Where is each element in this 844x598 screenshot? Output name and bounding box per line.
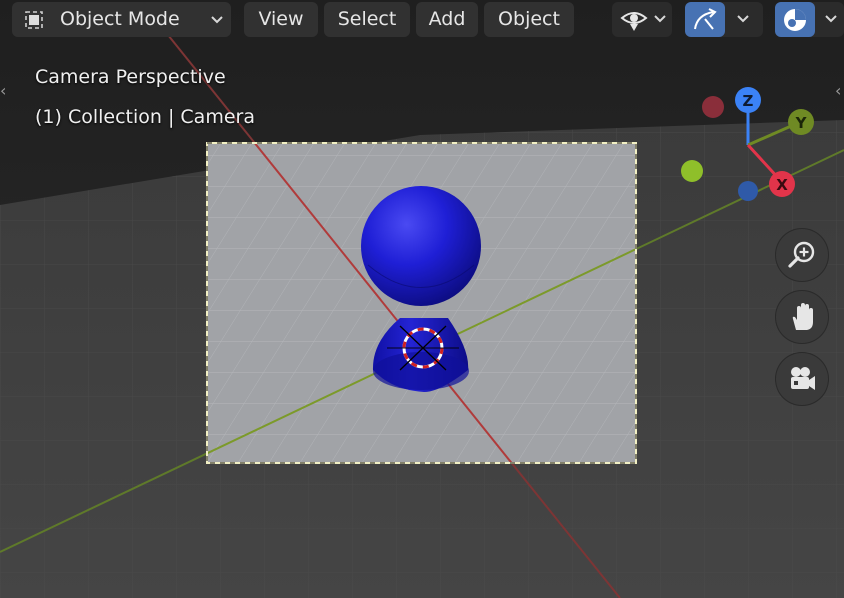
hand-icon	[792, 303, 813, 330]
object-mode-label: Object Mode	[60, 8, 180, 30]
solid-shading-button[interactable]	[775, 2, 815, 37]
viewport-shading-icon	[784, 9, 806, 31]
sidebar-expand-arrow: ‹	[835, 81, 841, 100]
add-menu[interactable]: Add	[416, 2, 478, 37]
chevron-down-icon	[654, 15, 666, 23]
select-menu[interactable]: Select	[324, 2, 410, 37]
toolbar-expand-arrow: ‹	[0, 81, 6, 100]
object-menu[interactable]: Object	[484, 2, 574, 37]
chevron-down-icon	[211, 16, 223, 24]
viewport-scene[interactable]: Z Y X ‹ ‹	[0, 0, 844, 598]
visibility-eye-icon	[620, 12, 648, 31]
neg-x-handle	[702, 96, 724, 118]
neg-y-handle	[681, 160, 703, 182]
object-mode-dropdown[interactable]: Object Mode	[12, 2, 231, 37]
viewport-shading-group[interactable]	[775, 2, 844, 37]
chevron-down-icon[interactable]	[823, 11, 839, 27]
3d-viewport[interactable]: Z Y X ‹ ‹ Object Mode View Select Add Ob…	[0, 0, 844, 598]
gizmo-toggle-group[interactable]	[685, 2, 763, 37]
zoom-button[interactable]	[775, 228, 829, 282]
object-mode-icon	[25, 11, 43, 29]
svg-text:X: X	[776, 176, 788, 194]
gizmo-toggle-button[interactable]	[685, 2, 725, 37]
zoom-in-icon	[788, 241, 815, 268]
chevron-down-icon[interactable]	[735, 11, 751, 27]
neg-z-handle	[738, 181, 758, 201]
collection-info-label: (1) Collection | Camera	[35, 106, 255, 128]
visibility-dropdown[interactable]	[612, 2, 672, 37]
camera-icon	[791, 367, 815, 390]
gizmo-icon	[694, 8, 717, 30]
svg-text:Y: Y	[795, 114, 808, 132]
view-menu[interactable]: View	[244, 2, 318, 37]
pan-button[interactable]	[775, 290, 829, 344]
camera-view-button[interactable]	[775, 352, 829, 406]
svg-text:Z: Z	[743, 92, 754, 110]
view-name-label: Camera Perspective	[35, 66, 226, 88]
